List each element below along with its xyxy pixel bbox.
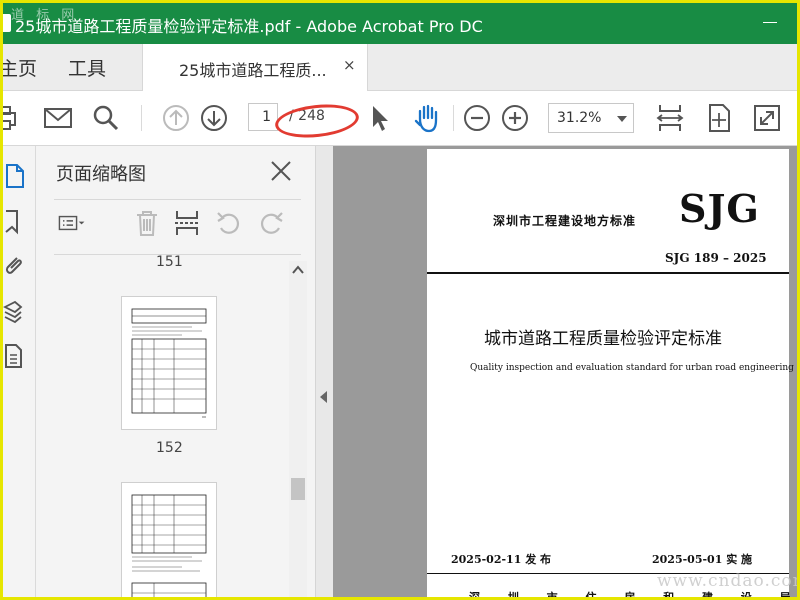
panel-divider bbox=[54, 199, 301, 200]
chevron-down-icon bbox=[617, 116, 627, 122]
extract-pages-icon[interactable] bbox=[172, 208, 202, 238]
layers-icon[interactable] bbox=[3, 298, 31, 326]
standard-title-cn: 城市道路工程质量检验评定标准 bbox=[484, 329, 722, 349]
page-number-input[interactable]: 1 bbox=[248, 103, 278, 131]
document-properties-icon[interactable] bbox=[3, 342, 31, 370]
hand-tool-icon[interactable] bbox=[411, 101, 445, 135]
search-icon[interactable] bbox=[89, 101, 123, 135]
thumbnail-page-label: 152 bbox=[156, 440, 183, 456]
navigation-rail bbox=[3, 146, 36, 597]
thumbnail-scrollbar[interactable] bbox=[289, 261, 307, 597]
main-toolbar: 1 / 248 31.2% bbox=[3, 91, 797, 146]
page-thumbnails-panel: 页面缩略图 151 152 bbox=[36, 146, 315, 597]
document-tab-label: 25城市道路工程质... bbox=[179, 61, 327, 80]
page-thumbnail[interactable] bbox=[121, 296, 217, 430]
pdf-page: 深圳市工程建设地方标准 SJG SJG 189 – 2025 城市道路工程质量检… bbox=[427, 149, 794, 597]
email-icon[interactable] bbox=[41, 101, 75, 135]
site-watermark-bottom: www.cndao.com bbox=[657, 571, 797, 591]
select-cursor-icon[interactable] bbox=[363, 101, 397, 135]
zoom-level-select[interactable]: 31.2% bbox=[548, 103, 634, 133]
panel-title: 页面缩略图 bbox=[56, 164, 146, 185]
standard-title-en: Quality inspection and evaluation standa… bbox=[470, 363, 794, 373]
title-bar: 道 标 网 25城市道路工程质量检验评定标准.pdf - Adobe Acrob… bbox=[3, 3, 797, 44]
zoom-level-value: 31.2% bbox=[557, 110, 602, 126]
document-viewer[interactable]: 深圳市工程建设地方标准 SJG SJG 189 – 2025 城市道路工程质量检… bbox=[333, 146, 797, 597]
standard-number: SJG 189 – 2025 bbox=[665, 251, 767, 265]
delete-page-icon[interactable] bbox=[132, 208, 162, 238]
document-tab[interactable]: 25城市道路工程质... × bbox=[142, 44, 368, 91]
issue-date: 2025-02-11 发 布 bbox=[451, 553, 552, 566]
rotate-clockwise-icon[interactable] bbox=[256, 208, 286, 238]
toolbar-separator bbox=[141, 105, 142, 131]
print-icon[interactable] bbox=[3, 101, 25, 135]
scrollbar-thumb[interactable] bbox=[291, 478, 305, 500]
full-screen-icon[interactable] bbox=[750, 101, 784, 135]
bookmark-icon[interactable] bbox=[3, 208, 31, 236]
nav-tools[interactable]: 工具 bbox=[68, 54, 106, 81]
tab-bar: 主页 工具 25城市道路工程质... × bbox=[3, 44, 797, 91]
minimize-button[interactable] bbox=[759, 13, 783, 33]
page-down-icon[interactable] bbox=[197, 101, 231, 135]
nav-home[interactable]: 主页 bbox=[3, 54, 37, 81]
header-rule bbox=[427, 272, 789, 274]
attachment-icon[interactable] bbox=[3, 252, 31, 280]
scroll-up-icon[interactable] bbox=[289, 261, 307, 279]
standard-issuer: 深圳市工程建设地方标准 bbox=[493, 214, 637, 228]
acrobat-app-icon bbox=[3, 14, 11, 32]
thumbnail-page-label: 151 bbox=[156, 254, 183, 270]
rotate-view-icon[interactable] bbox=[702, 101, 736, 135]
app-window: 道 标 网 25城市道路工程质量检验评定标准.pdf - Adobe Acrob… bbox=[3, 3, 797, 597]
toolbar-separator bbox=[453, 105, 454, 131]
rotate-counterclockwise-icon[interactable] bbox=[214, 208, 244, 238]
zoom-out-icon[interactable] bbox=[460, 101, 494, 135]
page-thumbnail[interactable] bbox=[121, 482, 217, 597]
page-total-count: / 248 bbox=[289, 108, 325, 124]
implementation-date: 2025-05-01 实 施 bbox=[652, 553, 753, 566]
zoom-in-icon[interactable] bbox=[498, 101, 532, 135]
collapse-panel-icon[interactable] bbox=[320, 391, 327, 403]
page-thumbnails-icon[interactable] bbox=[3, 162, 31, 190]
thumbnail-options-icon[interactable] bbox=[58, 208, 100, 238]
panel-splitter[interactable] bbox=[315, 146, 333, 597]
page-up-icon[interactable] bbox=[159, 101, 193, 135]
fit-page-icon[interactable] bbox=[653, 101, 687, 135]
close-icon[interactable] bbox=[268, 158, 294, 184]
tab-close-button[interactable]: × bbox=[343, 56, 356, 74]
window-title: 25城市道路工程质量检验评定标准.pdf - Adobe Acrobat Pro… bbox=[15, 17, 483, 36]
standard-logo: SJG bbox=[679, 186, 760, 231]
